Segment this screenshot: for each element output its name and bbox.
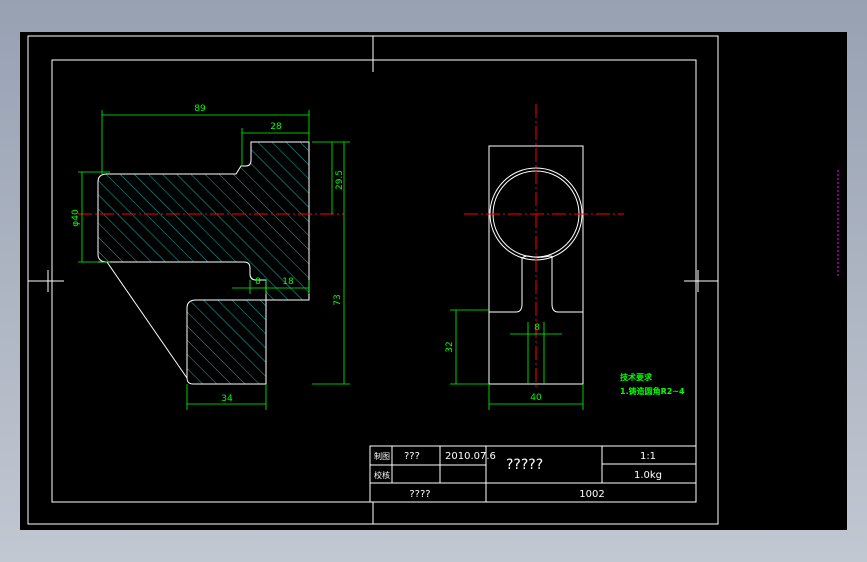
label-checked: 校核 bbox=[374, 470, 390, 480]
drawing-sheet: 89 28 φ40 29.5 73 8 18 34 8 32 40 技术要求 1… bbox=[27, 35, 839, 525]
side-section-view[interactable]: 89 28 φ40 29.5 73 8 18 34 bbox=[71, 104, 350, 410]
sheet-frames bbox=[27, 35, 719, 525]
drawn-date: 2010.07.6 bbox=[445, 451, 496, 462]
dim-total-height: 73 bbox=[333, 294, 343, 305]
cad-drawing-canvas[interactable]: 89 28 φ40 29.5 73 8 18 34 8 32 40 技术要求 1… bbox=[20, 32, 847, 530]
dim-bottom-width: 34 bbox=[221, 394, 233, 404]
dim-slot-offset: 18 bbox=[282, 277, 294, 287]
chamfer-line bbox=[106, 261, 188, 379]
dim-diameter: φ40 bbox=[71, 209, 81, 227]
technical-notes: 技术要求 1.铸造圆角R2~4 bbox=[620, 372, 685, 396]
dim-front-slot-width: 8 bbox=[534, 323, 540, 333]
label-drawn: 制图 bbox=[374, 451, 390, 461]
front-view[interactable]: 8 32 40 bbox=[445, 104, 624, 410]
title-block[interactable]: 制图 校核 ??? 2010.07.6 ????? 1:1 1.0kg ????… bbox=[369, 445, 697, 503]
dim-front-width: 40 bbox=[530, 393, 542, 403]
dim-front-height: 32 bbox=[445, 341, 455, 352]
front-dimension-lines bbox=[450, 309, 584, 410]
dim-overall-width: 89 bbox=[194, 104, 206, 114]
dim-slot-width: 8 bbox=[255, 277, 261, 287]
weight-value: 1.0kg bbox=[634, 470, 662, 481]
notes-title: 技术要求 bbox=[620, 372, 653, 382]
dim-top-width: 28 bbox=[270, 122, 282, 132]
scale-value: 1:1 bbox=[640, 451, 656, 462]
notes-line-1: 1.铸造圆角R2~4 bbox=[620, 386, 685, 396]
part-name: ????? bbox=[506, 457, 543, 473]
drawing-number: 1002 bbox=[579, 489, 604, 500]
dim-top-height: 29.5 bbox=[335, 170, 345, 190]
drawn-by: ??? bbox=[404, 451, 420, 462]
organization: ???? bbox=[409, 489, 430, 500]
